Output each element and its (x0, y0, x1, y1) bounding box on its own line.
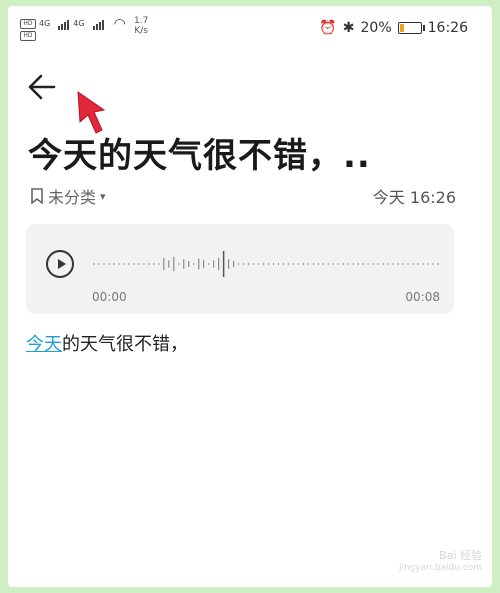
signal-bars-icon (58, 18, 70, 30)
network-speed: 1.7 K/s (134, 16, 149, 36)
category-label: 未分类 (48, 188, 97, 207)
hd-badge: HD (20, 19, 36, 29)
battery-fill (399, 24, 405, 32)
note-body[interactable]: 今天的天气很不错， (26, 330, 188, 356)
battery-percent: 20% (360, 20, 392, 36)
battery-icon (397, 22, 425, 34)
alarm-icon: ⏰ (319, 20, 337, 36)
waveform[interactable] (92, 250, 440, 278)
status-right: ⏰ ✱ 20% 16:26 (319, 20, 468, 36)
chevron-down-icon: ▾ (100, 189, 106, 203)
status-bar: HD 4G 4G ◠ HD 1.7 K/s ⏰ ✱ 20% 16:26 (8, 6, 492, 50)
network-label: 4G (39, 19, 51, 28)
network-label: 4G (73, 19, 85, 28)
back-arrow-icon (28, 74, 56, 100)
back-button[interactable] (26, 70, 60, 104)
note-title: 今天的天气很不错，.. (28, 136, 371, 176)
note-date: 今天 16:26 (372, 188, 456, 207)
bookmark-icon (31, 188, 43, 204)
signal-bars-icon (92, 18, 104, 30)
audio-player: 00:00 00:08 (26, 224, 454, 314)
watermark: Bai 经验 jingyan.baidu.com (398, 549, 482, 573)
body-text: 的天气很不错， (62, 334, 188, 355)
note-screen: HD 4G 4G ◠ HD 1.7 K/s ⏰ ✱ 20% 16:26 今天的天… (8, 6, 492, 587)
body-highlight: 今天 (26, 334, 62, 355)
bluetooth-icon: ✱ (342, 20, 355, 36)
category-selector[interactable]: 未分类 ▾ (30, 184, 106, 208)
clock: 16:26 (427, 20, 468, 36)
wifi-icon: ◠ (113, 16, 126, 32)
hd-badge: HD (20, 31, 36, 41)
audio-end-time: 00:08 (405, 290, 440, 304)
play-button[interactable] (46, 250, 74, 278)
audio-start-time: 00:00 (92, 290, 127, 304)
signal-group: HD 4G 4G ◠ HD (20, 16, 126, 42)
